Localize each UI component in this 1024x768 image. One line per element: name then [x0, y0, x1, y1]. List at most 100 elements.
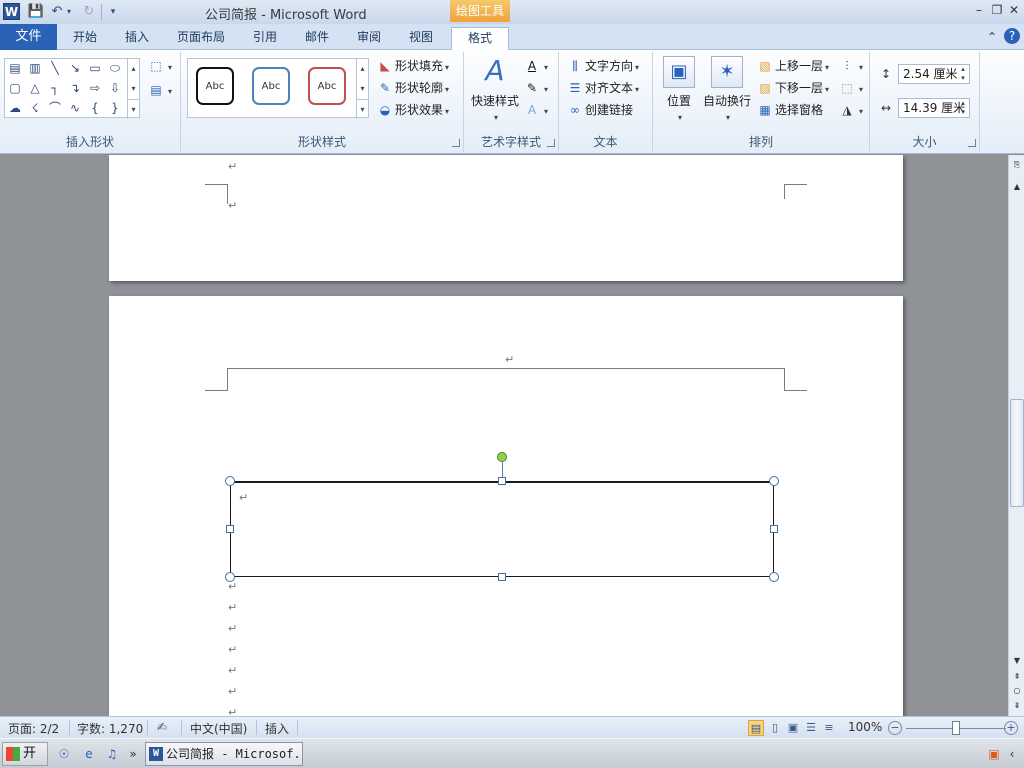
insert-mode-indicator[interactable]: 插入 [265, 720, 289, 737]
page-1[interactable]: ↵ ↵ [109, 155, 903, 281]
scroll-down-icon[interactable]: ▼ [1010, 655, 1024, 667]
tab-file[interactable]: 文件 [0, 24, 57, 50]
tab-review[interactable]: 审阅 [346, 27, 392, 49]
shape-style-blue[interactable]: Abc [252, 67, 290, 105]
print-layout-view-icon[interactable]: ▤ [748, 720, 764, 736]
internet-explorer-icon[interactable]: e [81, 746, 97, 762]
shape-outline-button[interactable]: ✎ 形状轮廓 ▾ [377, 78, 449, 98]
resize-handle-top-left[interactable] [225, 476, 235, 486]
right-arrow-shape-icon[interactable]: ⇨ [87, 80, 103, 96]
align-text-button[interactable]: ☰ 对齐文本 ▾ [567, 78, 639, 98]
quick-styles-button[interactable]: A 快速样式 ▾ [468, 56, 522, 123]
help-icon[interactable]: ? [1004, 28, 1020, 44]
right-brace-shape-icon[interactable]: } [107, 100, 123, 116]
tray-expand-icon[interactable]: ‹ [1004, 746, 1020, 762]
quick-launch-more-icon[interactable]: » [125, 746, 141, 762]
zoom-slider-thumb[interactable] [952, 721, 960, 735]
resize-handle-bottom-right[interactable] [769, 572, 779, 582]
minimize-icon[interactable]: – [972, 3, 986, 17]
freeform-shape-icon[interactable]: ∿ [67, 100, 83, 116]
lightning-shape-icon[interactable]: ☇ [27, 100, 43, 116]
zoom-level[interactable]: 100% [848, 720, 882, 734]
zoom-out-icon[interactable]: − [888, 721, 902, 735]
document-area[interactable]: ↵ ↵ ↵ ↵ ↵ ↵ ↵ ↵ ↵ ↵ ↵ [0, 155, 1008, 716]
text-fill-button[interactable]: A ▾ [524, 56, 548, 76]
left-brace-shape-icon[interactable]: { [87, 100, 103, 116]
tab-page-layout[interactable]: 页面布局 [170, 27, 232, 49]
language-indicator[interactable]: 中文(中国) [190, 720, 247, 737]
restore-icon[interactable]: ❐ [990, 3, 1004, 17]
draw-textbox-button[interactable]: ▤ ▾ [148, 80, 172, 100]
ruler-toggle-icon[interactable]: ⎘ [1010, 159, 1024, 171]
undo-dropdown-icon[interactable]: ▾ [64, 3, 74, 21]
height-spinner-icon[interactable]: ▴ ▾ [957, 65, 969, 83]
show-desktop-icon[interactable]: ☉ [56, 746, 72, 762]
shape-styles-gallery[interactable]: Abc Abc Abc ▴ ▾ ▾ [187, 58, 369, 119]
shape-effects-button[interactable]: ◒ 形状效果 ▾ [377, 100, 449, 120]
taskbar-word-window[interactable]: W 公司简报 - Microsof... [145, 742, 303, 766]
rectangle-shape-icon[interactable]: ▭ [87, 60, 103, 76]
arrow-line-shape-icon[interactable]: ↘ [67, 60, 83, 76]
styles-more-icon[interactable]: ▾ [356, 99, 368, 119]
word-count[interactable]: 字数: 1,270 [77, 720, 143, 737]
group-objects-button[interactable]: ⬚ ▾ [839, 78, 863, 98]
text-direction-button[interactable]: ⫼ 文字方向 ▾ [567, 56, 639, 76]
gallery-more-icon[interactable]: ▾ [127, 99, 139, 119]
web-layout-view-icon[interactable]: ▣ [785, 720, 801, 736]
text-effects-button[interactable]: A ▾ [524, 100, 548, 120]
oval-shape-icon[interactable]: ⬭ [107, 60, 123, 76]
curve-shape-icon[interactable]: ⌒ [47, 100, 63, 116]
previous-page-icon[interactable]: ⇞ [1010, 671, 1024, 683]
draft-view-icon[interactable]: ≡ [821, 720, 837, 736]
selection-pane-button[interactable]: ▦ 选择窗格 [757, 100, 823, 120]
scroll-up-icon[interactable]: ▲ [1010, 181, 1024, 193]
styles-scroll-up-icon[interactable]: ▴ [356, 59, 368, 79]
position-button[interactable]: ▣ 位置 ▾ [657, 56, 701, 123]
text-outline-button[interactable]: ✎ ▾ [524, 78, 548, 98]
bring-forward-button[interactable]: ▧ 上移一层 ▾ [757, 56, 829, 76]
redo-icon[interactable]: ↻ [80, 3, 98, 21]
media-player-icon[interactable]: ♫ [104, 746, 120, 762]
proofing-icon[interactable]: ✍ [157, 720, 167, 734]
create-link-button[interactable]: ∞ 创建链接 [567, 100, 633, 120]
resize-handle-top[interactable] [498, 477, 506, 485]
outline-view-icon[interactable]: ☰ [803, 720, 819, 736]
page-2[interactable]: ↵ ↵ ↵ ↵ ↵ ↵ ↵ ↵ ↵ [109, 296, 903, 716]
zoom-in-icon[interactable]: + [1004, 721, 1018, 735]
down-arrow-shape-icon[interactable]: ⇩ [107, 80, 123, 96]
scrollbar-thumb[interactable] [1010, 399, 1024, 507]
rotate-button[interactable]: ◮ ▾ [839, 100, 863, 120]
tab-format[interactable]: 格式 [451, 27, 509, 51]
selected-textbox[interactable]: ↵ [230, 481, 774, 577]
full-screen-reading-view-icon[interactable]: ▯ [767, 720, 783, 736]
resize-handle-right[interactable] [770, 525, 778, 533]
save-icon[interactable]: 💾 [27, 3, 45, 21]
resize-handle-top-right[interactable] [769, 476, 779, 486]
styles-scroll-down-icon[interactable]: ▾ [356, 79, 368, 99]
rounded-rect-shape-icon[interactable]: ▢ [7, 80, 23, 96]
width-spinner-icon[interactable]: ▴ ▾ [957, 99, 969, 117]
minimize-ribbon-icon[interactable]: ⌃ [985, 30, 999, 44]
page-indicator[interactable]: 页面: 2/2 [8, 720, 59, 737]
close-icon[interactable]: ✕ [1007, 3, 1021, 17]
shapes-gallery[interactable]: ▤ ▥ ╲ ↘ ▭ ⬭ ▢ △ ┐ ↴ ⇨ ⇩ ☁ ☇ ⌒ ∿ { } ▴ ▾ … [4, 58, 140, 119]
shape-width-input[interactable]: 14.39 厘米 ▴ ▾ [898, 98, 970, 118]
shape-style-black[interactable]: Abc [196, 67, 234, 105]
line-shape-icon[interactable]: ╲ [47, 60, 63, 76]
vertical-textbox-shape-icon[interactable]: ▥ [27, 60, 43, 76]
next-page-icon[interactable]: ⇟ [1010, 700, 1024, 712]
triangle-shape-icon[interactable]: △ [27, 80, 43, 96]
tab-view[interactable]: 视图 [398, 27, 444, 49]
cloud-shape-icon[interactable]: ☁ [7, 100, 23, 116]
elbow-arrow-connector-icon[interactable]: ↴ [67, 80, 83, 96]
shape-style-red[interactable]: Abc [308, 67, 346, 105]
resize-handle-left[interactable] [226, 525, 234, 533]
shape-height-input[interactable]: 2.54 厘米 ▴ ▾ [898, 64, 970, 84]
select-browse-object-icon[interactable]: ○ [1010, 685, 1024, 697]
elbow-connector-icon[interactable]: ┐ [47, 80, 63, 96]
align-button[interactable]: ⫶ ▾ [839, 56, 863, 76]
start-button[interactable]: 开始 [2, 742, 48, 766]
tab-home[interactable]: 开始 [62, 27, 108, 49]
gallery-scroll-up-icon[interactable]: ▴ [127, 59, 139, 79]
word-app-icon[interactable]: W [3, 3, 20, 20]
